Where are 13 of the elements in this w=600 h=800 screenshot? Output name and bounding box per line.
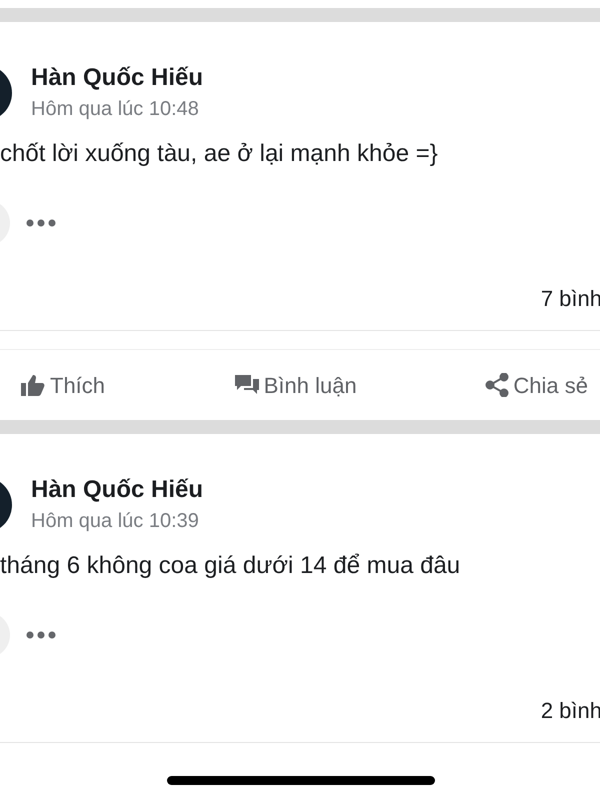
more-icon[interactable] xyxy=(26,631,56,639)
more-icon[interactable] xyxy=(26,219,56,227)
share-icon xyxy=(485,373,510,397)
share-button[interactable]: Chia sẻ xyxy=(485,368,588,402)
thumbs-up-icon xyxy=(20,373,46,397)
post-time: Hôm qua lúc 10:39 xyxy=(31,509,200,534)
post-text: tháng 6 không coa giá dưới 14 để mua đâu xyxy=(0,551,462,581)
like-button[interactable]: Thích xyxy=(20,368,106,402)
author-name[interactable]: Hàn Quốc Hiếu xyxy=(31,62,204,94)
author-name[interactable]: Hàn Quốc Hiếu xyxy=(31,474,204,506)
comment-button[interactable]: Bình luận xyxy=(234,368,357,402)
post-text: chốt lời xuống tàu, ae ở lại mạnh khỏe =} xyxy=(0,139,439,169)
post-time: Hôm qua lúc 10:48 xyxy=(31,97,200,122)
